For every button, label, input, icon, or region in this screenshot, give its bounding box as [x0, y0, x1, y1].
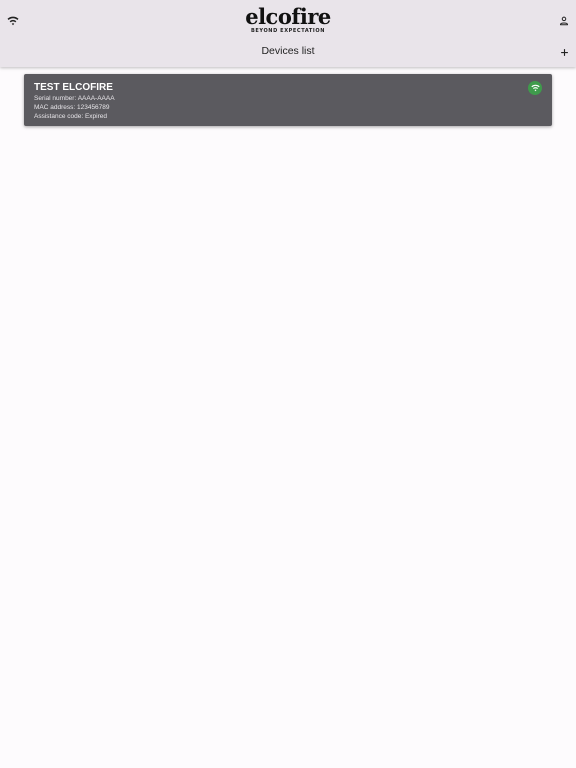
- device-list: TEST ELCOFIRE Serial number: AAAA-AAAA M…: [0, 67, 576, 768]
- connection-status-badge: [528, 81, 542, 95]
- add-device-button[interactable]: [552, 40, 576, 64]
- device-card[interactable]: TEST ELCOFIRE Serial number: AAAA-AAAA M…: [24, 74, 552, 126]
- page-title: Devices list: [261, 45, 315, 57]
- person-icon: [559, 16, 569, 26]
- device-serial: Serial number: AAAA-AAAA: [34, 95, 115, 102]
- logo-wordmark: elcofire: [245, 4, 331, 29]
- device-name: TEST ELCOFIRE: [34, 82, 113, 93]
- wifi-connected-icon: [530, 84, 540, 92]
- device-assistance: Assistance code: Expired: [34, 113, 107, 120]
- brand-logo: elcofire BEYOND EXPECTATION: [0, 4, 576, 35]
- profile-button[interactable]: [552, 9, 576, 33]
- logo-tagline: BEYOND EXPECTATION: [250, 28, 326, 34]
- device-mac: MAC address: 123456789: [34, 104, 110, 111]
- app-bar: elcofire BEYOND EXPECTATION Devices list: [0, 0, 576, 67]
- plus-icon: [560, 48, 568, 56]
